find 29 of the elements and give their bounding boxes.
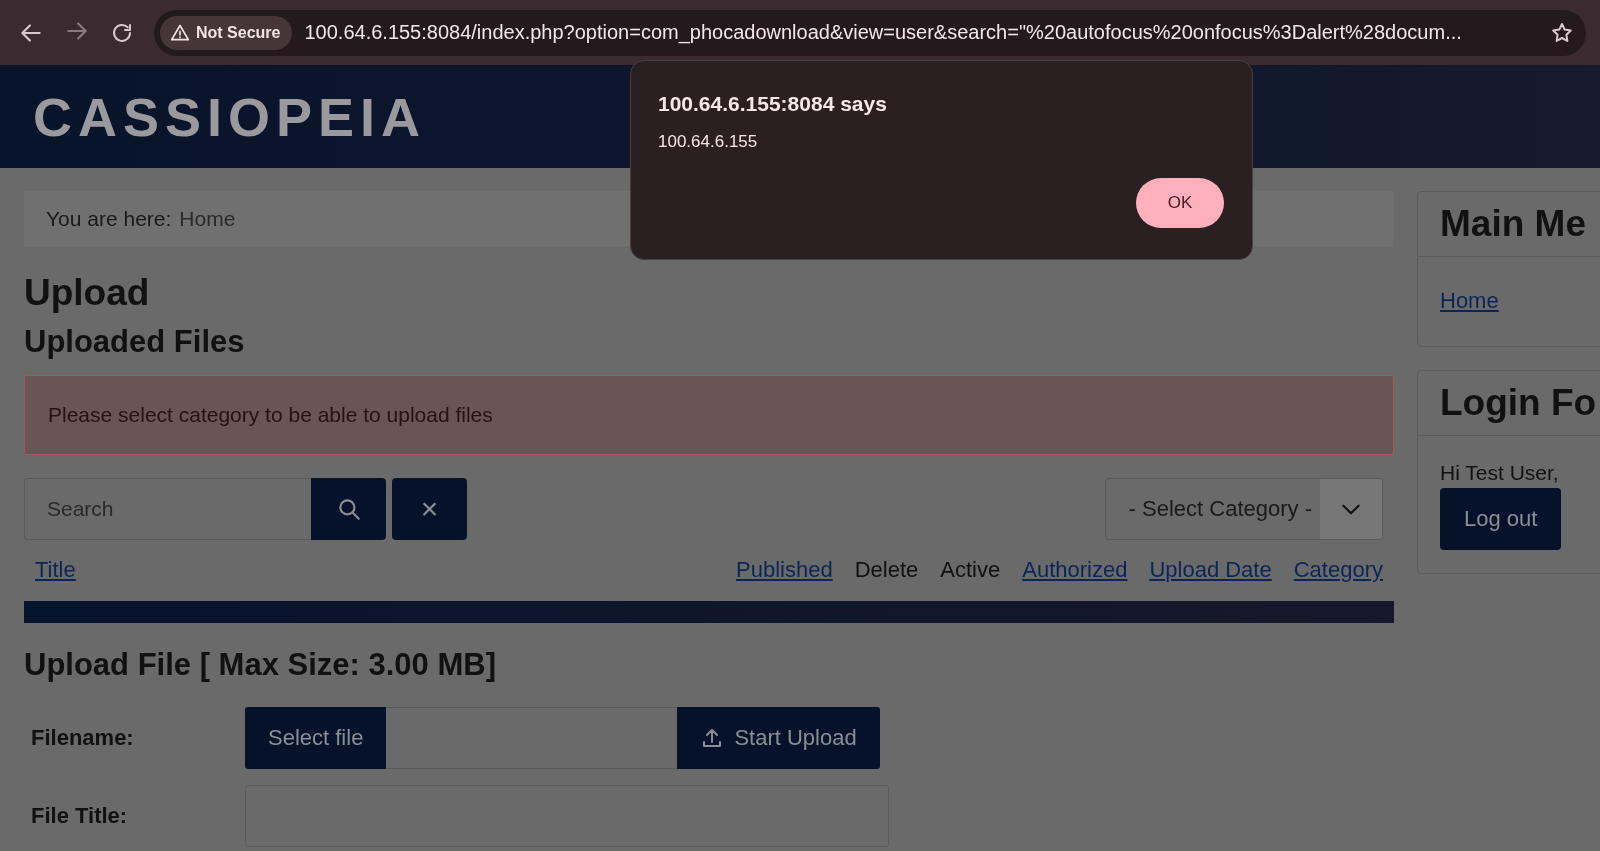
file-name-field[interactable] — [386, 707, 678, 769]
security-chip[interactable]: Not Secure — [160, 15, 293, 50]
search-button[interactable] — [311, 478, 386, 540]
card-title: Main Me — [1440, 203, 1586, 245]
dialog-message: 100.64.6.155 — [658, 132, 759, 152]
section-title: Uploaded Files — [24, 323, 246, 361]
star-icon[interactable] — [1550, 20, 1574, 45]
field-label: Filename: — [30, 725, 135, 751]
start-upload-button[interactable]: Start Upload — [677, 707, 880, 769]
page-title: Upload — [24, 271, 151, 315]
column-header: Delete — [854, 557, 919, 583]
breadcrumb-label: You are here: — [46, 207, 172, 231]
card-title: Login Fo — [1440, 382, 1597, 424]
warning-icon — [170, 22, 190, 43]
site-logo[interactable]: CASSIOPEIA — [33, 85, 427, 148]
greeting-text: Hi Test User, — [1440, 460, 1560, 486]
field-label: File Title: — [30, 803, 129, 829]
logout-button[interactable]: Log out — [1440, 488, 1562, 550]
select-file-button[interactable]: Select file — [245, 707, 387, 769]
alert-message: Please select category to be able to upload files — [24, 375, 1394, 455]
breadcrumb-item[interactable]: Home — [179, 207, 236, 231]
upload-title: Upload File [ Max Size: 3.00 MB] — [24, 646, 497, 684]
dialog-title: 100.64.6.155:8084 says — [658, 91, 888, 117]
search-field[interactable]: Search — [24, 478, 311, 540]
clear-button[interactable]: × — [392, 478, 467, 540]
category-select[interactable]: - Select Category - — [1104, 478, 1383, 540]
column-header: Active — [940, 557, 1001, 583]
ok-button[interactable]: OK — [1136, 178, 1224, 228]
address-field[interactable]: 100.64.6.155:8084/index.php?option=com_phocadownload&view=user&search="%20autofocus%20onfocus%3Dalert%28docum... — [304, 21, 1538, 44]
